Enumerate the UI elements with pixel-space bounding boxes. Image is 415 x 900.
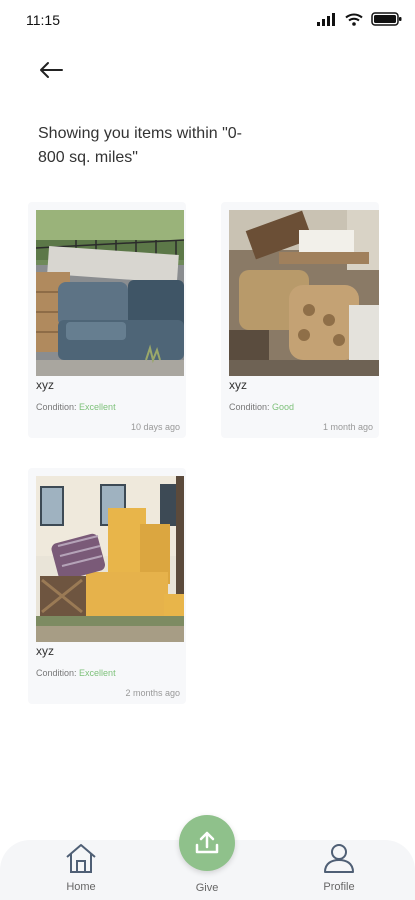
nav-home-label: Home — [66, 881, 96, 893]
nav-profile-label: Profile — [323, 881, 355, 893]
condition-value: Good — [272, 402, 295, 412]
item-posted-time: 1 month ago — [322, 422, 373, 432]
nav-profile[interactable]: Profile — [299, 842, 379, 893]
give-button[interactable] — [179, 815, 235, 871]
back-button[interactable] — [36, 56, 66, 84]
status-icons — [317, 12, 403, 26]
item-photo — [229, 210, 379, 376]
condition-label: Condition: — [229, 402, 270, 412]
cellular-signal-icon — [317, 12, 335, 26]
condition-label: Condition: — [36, 668, 77, 678]
nav-home[interactable]: Home — [41, 842, 121, 893]
condition-value: Excellent — [79, 668, 116, 678]
item-condition: Condition: Excellent — [36, 402, 116, 412]
battery-icon — [371, 12, 402, 26]
status-time: 11:15 — [26, 12, 60, 28]
item-card[interactable]: xyz Condition: Excellent 2 months ago — [28, 468, 186, 704]
item-posted-time: 2 months ago — [125, 688, 180, 698]
profile-icon — [324, 844, 354, 873]
item-condition: Condition: Good — [229, 402, 294, 412]
bottom-nav: Home Give Profile — [0, 815, 415, 900]
condition-value: Excellent — [79, 402, 116, 412]
item-photo — [36, 210, 184, 376]
nav-give-label: Give — [195, 882, 219, 894]
item-card[interactable]: xyz Condition: Good 1 month ago — [221, 202, 379, 438]
status-bar: 11:15 — [0, 0, 415, 40]
item-title: xyz — [229, 378, 247, 392]
item-condition: Condition: Excellent — [36, 668, 116, 678]
item-title: xyz — [36, 644, 54, 658]
item-title: xyz — [36, 378, 54, 392]
condition-label: Condition: — [36, 402, 77, 412]
item-card[interactable]: xyz Condition: Excellent 10 days ago — [28, 202, 186, 438]
item-posted-time: 10 days ago — [130, 422, 180, 432]
wifi-icon — [345, 13, 363, 26]
results-range-text: Showing you items within "0-800 sq. mile… — [38, 125, 242, 166]
upload-icon — [195, 831, 219, 854]
home-icon — [66, 844, 96, 873]
arrow-left-icon — [40, 62, 63, 78]
item-photo — [36, 476, 184, 642]
